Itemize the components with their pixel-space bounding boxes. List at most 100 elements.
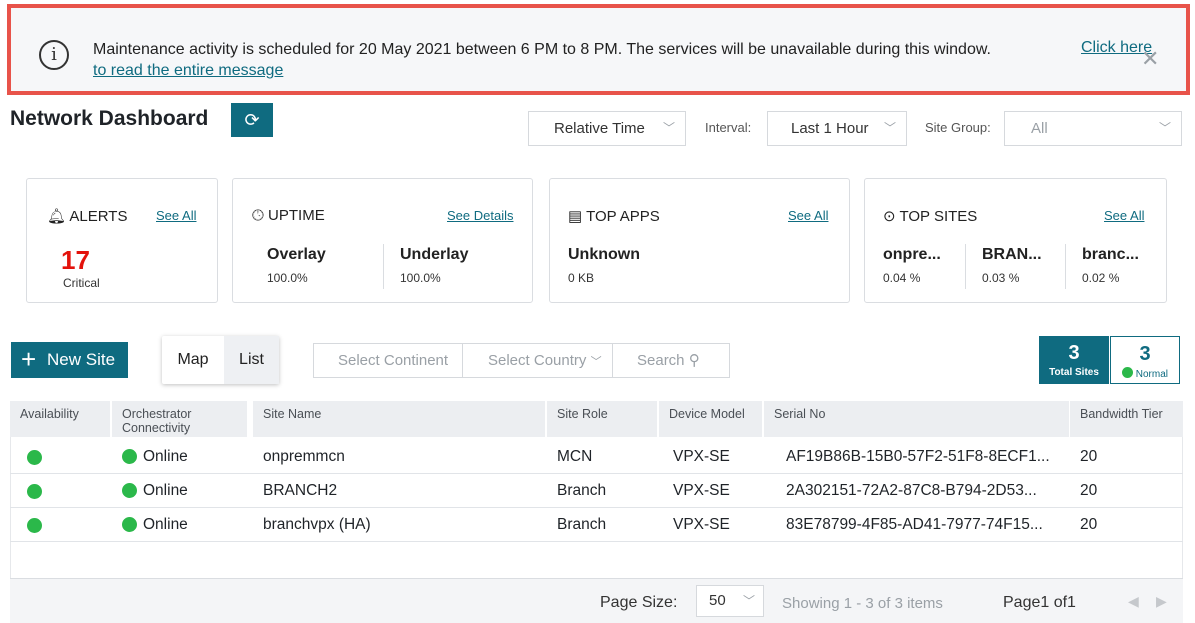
uptime-underlay-value: 100.0% — [400, 271, 441, 285]
alerts-see-all-link[interactable]: See All — [156, 208, 196, 223]
normal-sites-label: Normal — [1111, 367, 1179, 382]
top-site-value: 0.03 % — [982, 271, 1020, 285]
divider — [383, 244, 384, 289]
banner-link-read-message[interactable]: to read the entire message — [93, 62, 283, 80]
site-role: MCN — [557, 448, 593, 465]
next-page-icon[interactable]: ▶ — [1156, 593, 1167, 610]
banner-message: Maintenance activity is scheduled for 20… — [93, 41, 991, 58]
normal-sites-stat[interactable]: 3 Normal — [1110, 336, 1180, 384]
serial-no: 83E78799-4F85-AD41-7977-74F15... — [786, 516, 1043, 533]
connectivity-status: Online — [143, 448, 188, 465]
table-row[interactable]: Online BRANCH2 Branch VPX-SE 2A302151-72… — [10, 474, 1183, 508]
divider — [965, 244, 966, 289]
prev-page-icon[interactable]: ◀ — [1128, 593, 1139, 610]
new-site-label: New Site — [47, 350, 116, 369]
top-app-value: 0 KB — [568, 271, 595, 285]
clock-icon: 🕓︎ — [252, 207, 264, 224]
column-header-device-model[interactable]: Device Model — [659, 401, 762, 437]
top-sites-card: ⊙ TOP SITES See All onpre... 0.04 % BRAN… — [864, 178, 1167, 303]
refresh-icon: ⟳ — [244, 110, 260, 130]
refresh-button[interactable]: ⟳ — [231, 103, 273, 137]
site-name[interactable]: onpremmcn — [263, 448, 345, 466]
page-size-select[interactable]: 50 ﹀ — [696, 585, 764, 617]
top-site-name: branc... — [1082, 246, 1139, 263]
view-list-tab[interactable]: List — [224, 336, 279, 384]
uptime-see-details-link[interactable]: See Details — [447, 208, 513, 223]
top-apps-card: ▤ TOP APPS See All Unknown 0 KB — [549, 178, 850, 303]
chevron-down-icon: ﹀ — [1158, 121, 1171, 135]
total-sites-label: Total Sites — [1049, 367, 1099, 378]
site-role: Branch — [557, 516, 607, 533]
column-header-site-role[interactable]: Site Role — [547, 401, 657, 437]
uptime-title: 🕓︎ UPTIME — [252, 207, 325, 224]
bandwidth-tier: 20 — [1080, 448, 1098, 465]
total-sites-stat[interactable]: 3 Total Sites — [1039, 336, 1109, 384]
interval-select[interactable]: Last 1 Hour ﹀ — [767, 111, 907, 146]
device-model: VPX-SE — [673, 516, 730, 533]
chevron-down-icon: ﹀ — [662, 121, 675, 135]
site-name[interactable]: BRANCH2 — [263, 482, 337, 500]
connectivity-dot — [122, 517, 137, 532]
alert-count[interactable]: 17 — [61, 245, 90, 276]
search-icon: ⚲ — [688, 352, 700, 369]
continent-select[interactable]: Select Continent — [338, 344, 448, 377]
new-site-button[interactable]: + New Site — [11, 342, 128, 378]
time-range-value: Relative Time — [554, 120, 645, 137]
page-indicator: Page1 of1 — [1003, 594, 1076, 611]
interval-value: Last 1 Hour — [791, 120, 869, 137]
search-input[interactable]: Search ⚲ — [637, 344, 700, 377]
divider — [462, 344, 463, 377]
info-icon: i — [39, 40, 69, 70]
view-map-tab[interactable]: Map — [162, 336, 224, 384]
column-header-serial-no[interactable]: Serial No — [764, 401, 1069, 437]
maintenance-banner: i Maintenance activity is scheduled for … — [7, 4, 1190, 95]
pagination-bar: Page Size: 50 ﹀ Showing 1 - 3 of 3 items… — [10, 578, 1183, 623]
divider — [1065, 244, 1066, 289]
column-header-bandwidth-tier[interactable]: Bandwidth Tier — [1070, 401, 1183, 437]
plus-icon: + — [21, 344, 37, 374]
normal-sites-count: 3 — [1139, 343, 1151, 365]
top-site-value: 0.04 % — [883, 271, 921, 285]
column-header-availability[interactable]: Availability — [10, 401, 110, 437]
bandwidth-tier: 20 — [1080, 482, 1098, 499]
table-icon: ▤ — [568, 208, 583, 225]
connectivity-dot — [122, 483, 137, 498]
connectivity-dot — [122, 449, 137, 464]
connectivity-status: Online — [143, 482, 188, 499]
country-select[interactable]: Select Country ﹀ — [488, 344, 602, 377]
chevron-down-icon: ﹀ — [742, 594, 755, 608]
page-title: Network Dashboard — [10, 107, 209, 130]
bell-icon: 🔔︎ — [47, 208, 67, 225]
device-model: VPX-SE — [673, 482, 730, 499]
site-group-value: All — [1031, 120, 1048, 137]
divider — [612, 344, 613, 377]
top-site-name: BRAN... — [982, 246, 1042, 263]
column-header-site-name[interactable]: Site Name — [253, 401, 545, 437]
table-row[interactable]: Online onpremmcn MCN VPX-SE AF19B86B-15B… — [10, 440, 1183, 474]
location-icon: ⊙ — [883, 208, 896, 225]
uptime-overlay-label: Overlay — [267, 246, 326, 263]
view-toggle: Map List — [162, 336, 279, 384]
chevron-down-icon: ﹀ — [590, 356, 602, 368]
interval-label: Interval: — [705, 120, 752, 135]
serial-no: AF19B86B-15B0-57F2-51F8-8ECF1... — [786, 448, 1050, 465]
top-sites-see-all-link[interactable]: See All — [1104, 208, 1144, 223]
site-group-select[interactable]: All ﹀ — [1004, 111, 1182, 146]
top-app-name: Unknown — [568, 246, 640, 263]
top-apps-see-all-link[interactable]: See All — [788, 208, 828, 223]
chevron-down-icon: ﹀ — [883, 121, 896, 135]
close-icon[interactable]: ✕ — [1141, 48, 1159, 70]
site-role: Branch — [557, 482, 607, 499]
page-size-value: 50 — [709, 592, 726, 609]
device-model: VPX-SE — [673, 448, 730, 465]
uptime-overlay-value: 100.0% — [267, 271, 308, 285]
alert-severity-label: Critical — [63, 276, 100, 290]
time-range-select[interactable]: Relative Time ﹀ — [528, 111, 686, 146]
table-row[interactable]: Online branchvpx (HA) Branch VPX-SE 83E7… — [10, 508, 1183, 542]
status-dot — [1121, 367, 1133, 378]
serial-no: 2A302151-72A2-87C8-B794-2D53... — [786, 482, 1037, 499]
column-header-connectivity[interactable]: Orchestrator Connectivity — [112, 401, 247, 437]
total-sites-count: 3 — [1068, 342, 1080, 364]
site-name[interactable]: branchvpx (HA) — [263, 516, 371, 534]
table-header: Availability Orchestrator Connectivity S… — [10, 401, 1183, 437]
